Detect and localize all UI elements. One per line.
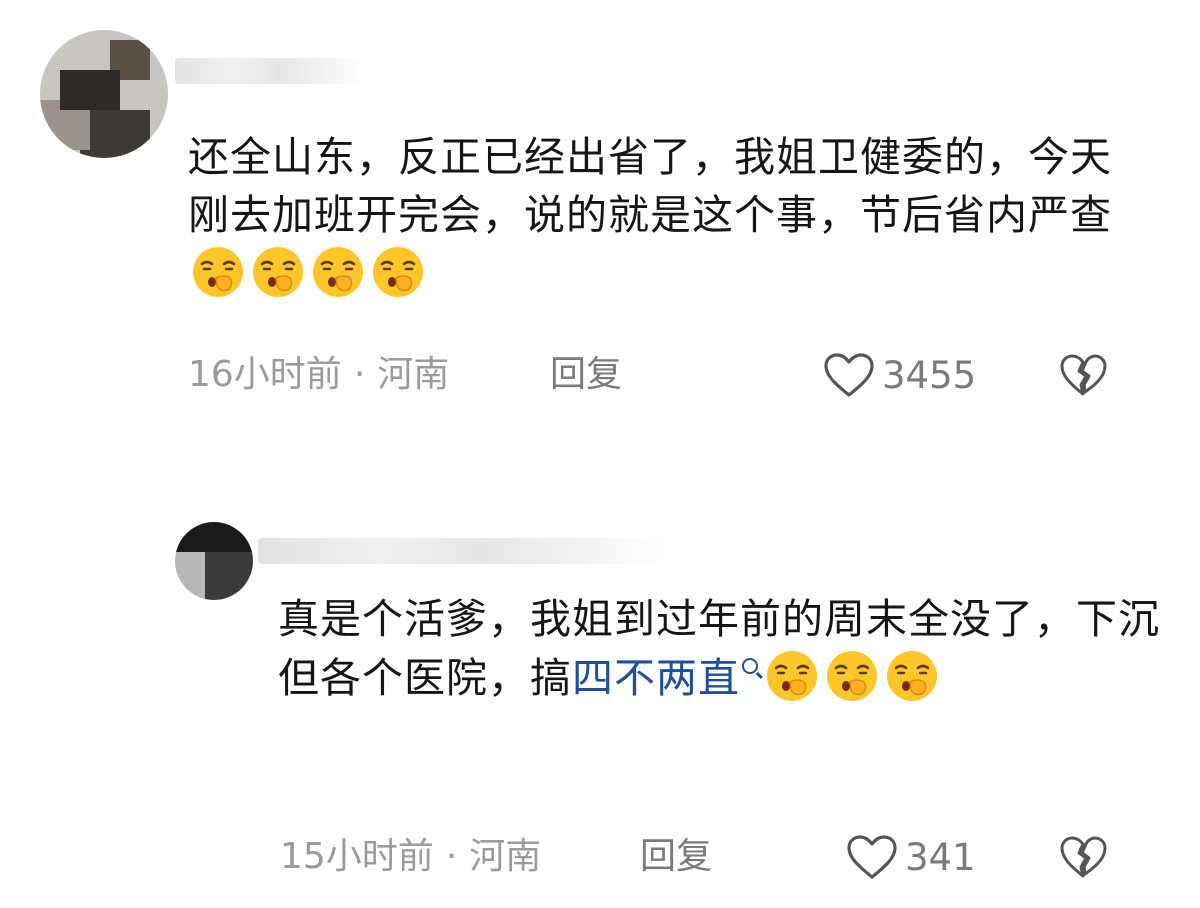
- heart-icon: [824, 353, 874, 397]
- location: 河南: [469, 836, 542, 877]
- like-count: 341: [905, 835, 976, 879]
- comment-body: 还全山东，反正已经出省了，我姐卫健委的，今天刚去加班开完会，说的就是这个事，节后…: [188, 133, 1112, 239]
- timestamp: 15小时前: [280, 836, 434, 877]
- username-blurred[interactable]: [258, 538, 668, 564]
- comment-meta: 16小时前 · 河南: [188, 350, 449, 400]
- search-link[interactable]: 四不两直: [572, 654, 740, 702]
- separator: ·: [445, 836, 458, 877]
- shush-emoji-icon: [887, 651, 937, 701]
- location: 河南: [377, 354, 450, 395]
- search-icon[interactable]: [742, 658, 758, 674]
- like-button[interactable]: 341: [845, 832, 976, 882]
- shush-emoji-icon: [373, 247, 423, 297]
- avatar[interactable]: [175, 522, 253, 600]
- shush-emoji-icon: [313, 247, 363, 297]
- reply-button[interactable]: 回复: [640, 832, 712, 882]
- heart-icon: [847, 835, 897, 879]
- shush-emoji-icon: [253, 247, 303, 297]
- comment-text: 真是个活爹，我姐到过年前的周末全没了，下沉但各个医院，搞四不两直: [278, 590, 1178, 707]
- broken-heart-icon[interactable]: [1058, 352, 1108, 398]
- comment-item: 还全山东，反正已经出省了，我姐卫健委的，今天刚去加班开完会，说的就是这个事，节后…: [0, 0, 1200, 430]
- shush-emoji-icon: [193, 247, 243, 297]
- comment-item: 真是个活爹，我姐到过年前的周末全没了，下沉但各个医院，搞四不两直 15小时前 · 河…: [0, 500, 1200, 908]
- emoji-row: [762, 651, 942, 702]
- avatar[interactable]: [40, 30, 168, 158]
- like-button[interactable]: 3455: [822, 350, 976, 400]
- like-count: 3455: [882, 353, 977, 397]
- broken-heart-icon[interactable]: [1058, 834, 1108, 880]
- username-blurred[interactable]: [175, 58, 365, 84]
- timestamp: 16小时前: [188, 354, 342, 395]
- shush-emoji-icon: [827, 651, 877, 701]
- separator: ·: [353, 354, 366, 395]
- shush-emoji-icon: [767, 651, 817, 701]
- reply-button[interactable]: 回复: [550, 350, 622, 400]
- comment-text: 还全山东，反正已经出省了，我姐卫健委的，今天刚去加班开完会，说的就是这个事，节后…: [188, 128, 1128, 303]
- emoji-row: [188, 247, 428, 298]
- comment-meta: 15小时前 · 河南: [280, 832, 541, 882]
